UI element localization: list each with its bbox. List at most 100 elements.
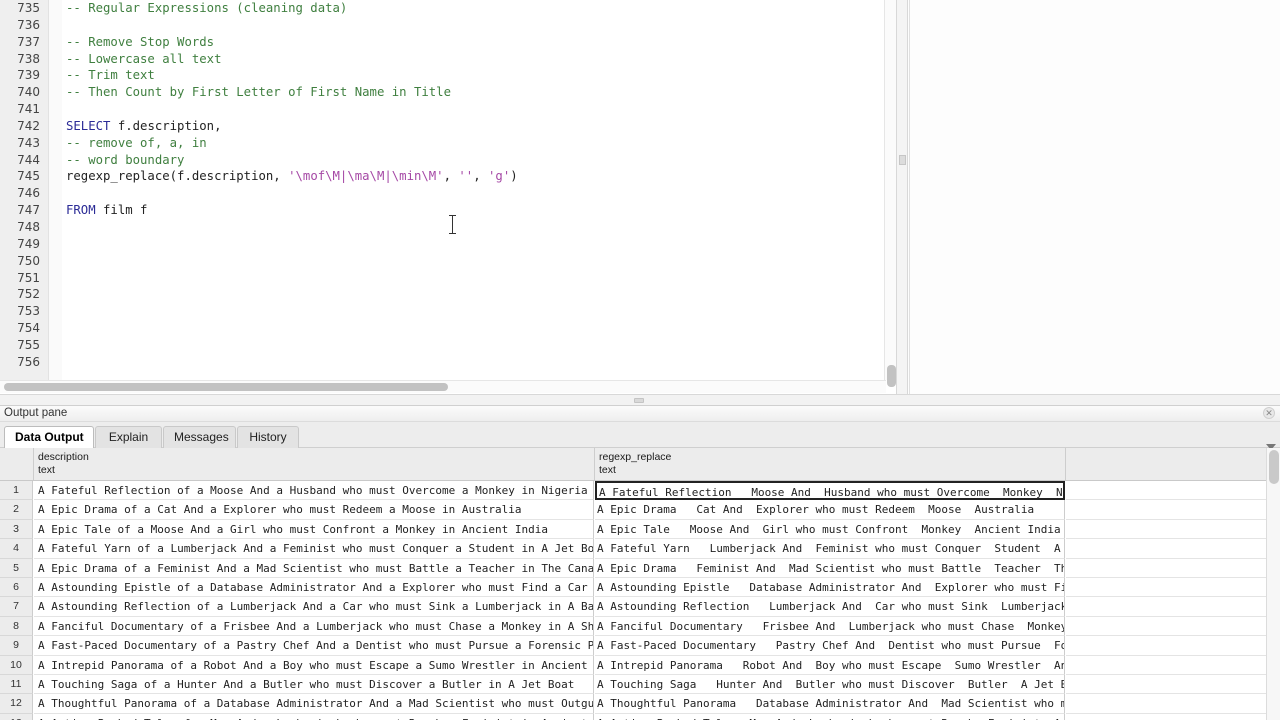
- cell-regexp-replace[interactable]: A Epic Drama Feminist And Mad Scientist …: [595, 558, 1065, 578]
- cell-description[interactable]: A Thoughtful Panorama of a Database Admi…: [34, 694, 594, 714]
- cell-description[interactable]: A Fateful Reflection of a Moose And a Hu…: [34, 481, 594, 501]
- code-line[interactable]: 739 -- Trim text: [0, 67, 885, 84]
- code-line[interactable]: 751: [0, 270, 885, 287]
- tab-explain[interactable]: Explain: [95, 426, 162, 448]
- code-line[interactable]: 754: [0, 320, 885, 337]
- table-row[interactable]: 12 A Thoughtful Panorama of a Database Ad…: [0, 694, 1280, 714]
- cell-regexp-replace[interactable]: A Action Packed Tale Man And Lumberjack …: [595, 713, 1065, 720]
- horizontal-splitter-grip[interactable]: [634, 398, 644, 403]
- cell-regexp-replace[interactable]: A Astounding Epistle Database Administra…: [595, 577, 1065, 598]
- table-row[interactable]: 5A Epic Drama of a Feminist And a Mad Sc…: [0, 558, 1280, 578]
- line-number: 741: [17, 102, 40, 117]
- code-line[interactable]: 740 -- Then Count by First Letter of Firs…: [0, 84, 885, 101]
- horizontal-splitter[interactable]: [0, 394, 1280, 406]
- table-row[interactable]: 1A Fateful Reflection of a Moose And a H…: [0, 481, 1280, 501]
- cell-regexp-replace[interactable]: A Thoughtful Panorama Database Administr…: [595, 694, 1065, 714]
- code-line[interactable]: 741: [0, 101, 885, 118]
- cell-description[interactable]: A Fast-Paced Documentary of a Pastry Che…: [34, 636, 594, 656]
- cell-description[interactable]: A Astounding Epistle of a Database Admin…: [34, 577, 594, 598]
- code-line[interactable]: 747 FROM film f: [0, 202, 885, 219]
- row-number[interactable]: 1: [0, 481, 33, 501]
- code-line[interactable]: 742 SELECT f.description,: [0, 118, 885, 135]
- row-number[interactable]: 5: [0, 558, 33, 578]
- cell-regexp-replace[interactable]: A Epic Tale Moose And Girl who must Conf…: [595, 519, 1065, 540]
- code-line[interactable]: 745 regexp_replace(f.description, '\mof\M…: [0, 168, 885, 185]
- cell-regexp-replace[interactable]: A Touching Saga Hunter And Butler who mu…: [595, 674, 1065, 695]
- table-row[interactable]: 11 A Touching Saga of a Hunter And a Butl…: [0, 674, 1280, 695]
- grid-rows[interactable]: 1A Fateful Reflection of a Moose And a H…: [0, 481, 1280, 720]
- code-line[interactable]: 752: [0, 286, 885, 303]
- table-row[interactable]: 13A Action Packed Tale of a Man And a Lu…: [0, 713, 1280, 720]
- tab-history[interactable]: History: [237, 426, 299, 448]
- column-header-description[interactable]: description text: [34, 448, 595, 480]
- editor-vertical-scroll-thumb[interactable]: [887, 365, 896, 387]
- table-row[interactable]: 3A Epic Tale of a Moose And a Girl who m…: [0, 519, 1280, 540]
- row-number[interactable]: 9: [0, 636, 33, 656]
- vertical-splitter[interactable]: [896, 0, 908, 394]
- table-row[interactable]: 10 A Intrepid Panorama of a Robot And a B…: [0, 655, 1280, 675]
- row-number[interactable]: 10: [0, 655, 33, 675]
- table-row[interactable]: 9A Fast-Paced Documentary of a Pastry Ch…: [0, 636, 1280, 656]
- row-number[interactable]: 13: [0, 713, 33, 720]
- cell-description[interactable]: A Fanciful Documentary of a Frisbee And …: [34, 616, 594, 637]
- output-tabstrip[interactable]: Data Output Explain Messages History: [0, 422, 1280, 450]
- cell-description[interactable]: A Epic Drama of a Cat And a Explorer who…: [34, 500, 594, 520]
- cell-description[interactable]: A Epic Tale of a Moose And a Girl who mu…: [34, 519, 594, 540]
- cell-regexp-replace[interactable]: A Fateful Reflection Moose And Husband w…: [595, 481, 1065, 501]
- table-row[interactable]: 2A Epic Drama of a Cat And a Explorer wh…: [0, 500, 1280, 520]
- cell-description[interactable]: A Epic Drama of a Feminist And a Mad Sci…: [34, 558, 594, 578]
- grid-vertical-scroll-thumb[interactable]: [1269, 450, 1279, 484]
- row-number[interactable]: 2: [0, 500, 33, 520]
- code-line[interactable]: 743 -- remove of, a, in: [0, 135, 885, 152]
- row-number[interactable]: 7: [0, 597, 33, 617]
- close-icon[interactable]: ✕: [1263, 407, 1275, 419]
- grid-vertical-scrollbar[interactable]: [1266, 448, 1280, 720]
- code-line[interactable]: 735 -- Regular Expressions (cleaning data…: [0, 0, 885, 17]
- code-line[interactable]: 736: [0, 17, 885, 34]
- cell-description[interactable]: A Action Packed Tale of a Man And a Lumb…: [34, 713, 594, 720]
- table-row[interactable]: 8A Fanciful Documentary of a Frisbee And…: [0, 616, 1280, 637]
- code-line[interactable]: 744 -- word boundary: [0, 152, 885, 169]
- cell-description[interactable]: A Touching Saga of a Hunter And a Butler…: [34, 674, 594, 695]
- cell-description[interactable]: A Fateful Yarn of a Lumberjack And a Fem…: [34, 539, 594, 559]
- code-text: -- Then Count by First Letter of First N…: [66, 84, 451, 101]
- cell-regexp-replace[interactable]: A Intrepid Panorama Robot And Boy who mu…: [595, 655, 1065, 675]
- code-line[interactable]: 749: [0, 236, 885, 253]
- cell-description[interactable]: A Intrepid Panorama of a Robot And a Boy…: [34, 655, 594, 675]
- row-number[interactable]: 3: [0, 519, 33, 540]
- tab-messages[interactable]: Messages: [163, 426, 236, 448]
- editor-horizontal-scrollbar[interactable]: [0, 380, 886, 393]
- vertical-splitter-grip[interactable]: [899, 155, 906, 165]
- code-line[interactable]: 746: [0, 185, 885, 202]
- cell-regexp-replace[interactable]: A Fateful Yarn Lumberjack And Feminist w…: [595, 539, 1065, 559]
- sql-code-area[interactable]: 735 -- Regular Expressions (cleaning data…: [0, 0, 885, 380]
- code-line[interactable]: 755: [0, 337, 885, 354]
- row-number[interactable]: 12: [0, 694, 33, 714]
- row-number[interactable]: 8: [0, 616, 33, 637]
- data-output-grid[interactable]: description text regexp_replace text 1A Fat…: [0, 448, 1280, 720]
- code-token: -- Trim text: [66, 68, 155, 83]
- row-number[interactable]: 11: [0, 674, 33, 695]
- code-line[interactable]: 750: [0, 253, 885, 270]
- code-line[interactable]: 753: [0, 303, 885, 320]
- code-line[interactable]: 748: [0, 219, 885, 236]
- table-row[interactable]: 6A Astounding Epistle of a Database Admi…: [0, 577, 1280, 598]
- table-row[interactable]: 7A Astounding Reflection of a Lumberjack…: [0, 597, 1280, 617]
- sql-editor-pane[interactable]: 735 -- Regular Expressions (cleaning data…: [0, 0, 900, 394]
- cell-description[interactable]: A Astounding Reflection of a Lumberjack …: [34, 597, 594, 617]
- tab-data-output[interactable]: Data Output: [4, 426, 94, 448]
- editor-horizontal-scroll-thumb[interactable]: [4, 383, 448, 391]
- code-line[interactable]: 738 -- Lowercase all text: [0, 51, 885, 68]
- table-row[interactable]: 4A Fateful Yarn of a Lumberjack And a Fe…: [0, 539, 1280, 559]
- code-line[interactable]: 756: [0, 354, 885, 371]
- cell-regexp-replace[interactable]: A Fanciful Documentary Frisbee And Lumbe…: [595, 616, 1065, 637]
- code-text: FROM film f: [66, 202, 147, 219]
- cell-regexp-replace[interactable]: A Epic Drama Cat And Explorer who must R…: [595, 500, 1065, 520]
- row-number[interactable]: 4: [0, 539, 33, 559]
- cell-regexp-replace[interactable]: A Fast-Paced Documentary Pastry Chef And…: [595, 636, 1065, 656]
- column-header-regexp_replace[interactable]: regexp_replace text: [595, 448, 1066, 480]
- row-number[interactable]: 6: [0, 577, 33, 598]
- code-lines[interactable]: 735 -- Regular Expressions (cleaning data…: [0, 0, 885, 380]
- code-line[interactable]: 737 -- Remove Stop Words: [0, 34, 885, 51]
- cell-regexp-replace[interactable]: A Astounding Reflection Lumberjack And C…: [595, 597, 1065, 617]
